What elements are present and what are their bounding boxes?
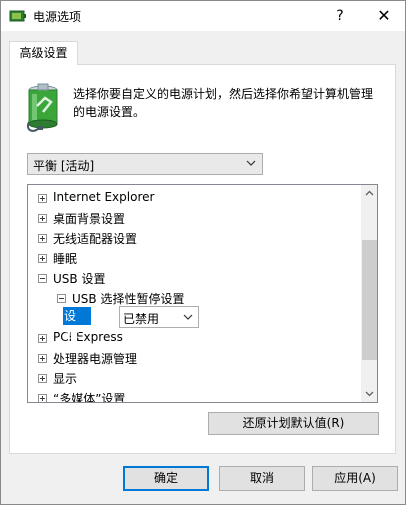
collapse-icon[interactable] (38, 274, 47, 283)
ok-button[interactable]: 确定 (123, 466, 209, 491)
tab-advanced-settings[interactable]: 高级设置 (9, 41, 78, 65)
scroll-thumb[interactable] (362, 240, 377, 360)
expand-icon[interactable] (38, 394, 47, 402)
tree-item-label: USB 选择性暂停设置 (72, 292, 185, 306)
cancel-button[interactable]: 取消 (219, 466, 305, 491)
tree-scrollbar[interactable] (361, 185, 378, 402)
settings-tree[interactable]: Internet Explorer 桌面背景设置 无线适配器设置 睡眠 USB … (27, 184, 378, 403)
expand-icon[interactable] (38, 214, 47, 223)
tree-item-label: 桌面背景设置 (53, 212, 126, 226)
tree-item-wireless-adapter[interactable]: 无线适配器设置 (28, 228, 358, 248)
close-button[interactable]: ✕ (371, 4, 397, 28)
power-options-icon (9, 10, 26, 22)
tree-item-internet-explorer[interactable]: Internet Explorer (28, 188, 358, 208)
tree-item-desktop-background[interactable]: 桌面背景设置 (28, 208, 358, 228)
tree-item-label: Internet Explorer (53, 190, 155, 204)
expand-icon[interactable] (38, 334, 47, 343)
scroll-down-icon[interactable] (361, 385, 378, 402)
tree-item-label: “多媒体”设置 (53, 392, 126, 403)
tree-item-sleep[interactable]: 睡眠 (28, 248, 358, 268)
setting-value: 已禁用 (123, 312, 160, 326)
expand-icon[interactable] (38, 254, 47, 263)
collapse-icon[interactable] (57, 294, 66, 303)
tree-item-label: 睡眠 (53, 252, 78, 266)
tree-item-multimedia[interactable]: “多媒体”设置 (28, 388, 358, 403)
power-plan-value: 平衡 [活动] (33, 159, 95, 173)
tree-item-label: 无线适配器设置 (53, 232, 138, 246)
scroll-up-icon[interactable] (361, 185, 378, 202)
power-plan-dropdown[interactable]: 平衡 [活动] (27, 153, 263, 175)
tree-item-label: 处理器电源管理 (53, 352, 138, 366)
window-title: 电源选项 (33, 10, 82, 24)
tree-item-display[interactable]: 显示 (28, 368, 358, 388)
setting-label: 设置: (63, 307, 91, 341)
expand-icon[interactable] (38, 354, 47, 363)
expand-icon[interactable] (38, 234, 47, 243)
tree-item-label: 显示 (53, 372, 78, 386)
tree-item-processor-power[interactable]: 处理器电源管理 (28, 348, 358, 368)
apply-button[interactable]: 应用(A) (312, 466, 398, 491)
dialog-footer: 确定 取消 应用(A) (1, 459, 405, 504)
restore-defaults-button[interactable]: 还原计划默认值(R) (208, 412, 379, 435)
chevron-down-icon (246, 160, 256, 166)
setting-value-dropdown[interactable]: 已禁用 (119, 306, 199, 328)
tree-item-label: USB 设置 (53, 272, 106, 286)
tree-item-usb-selective-suspend[interactable]: USB 选择性暂停设置 (28, 288, 358, 308)
tree-item-usb-settings[interactable]: USB 设置 (28, 268, 358, 288)
power-options-window: 电源选项 ? ✕ 高级设置 选择你要自定义的电源计划，然后选择你希望计算机管理的… (0, 0, 406, 505)
expand-icon[interactable] (38, 194, 47, 203)
title-bar: 电源选项 ? ✕ (1, 1, 405, 31)
description-text: 选择你要自定义的电源计划，然后选择你希望计算机管理的电源设置。 (73, 87, 374, 119)
expand-icon[interactable] (38, 374, 47, 383)
chevron-down-icon (183, 314, 193, 320)
help-button[interactable]: ? (327, 4, 353, 28)
